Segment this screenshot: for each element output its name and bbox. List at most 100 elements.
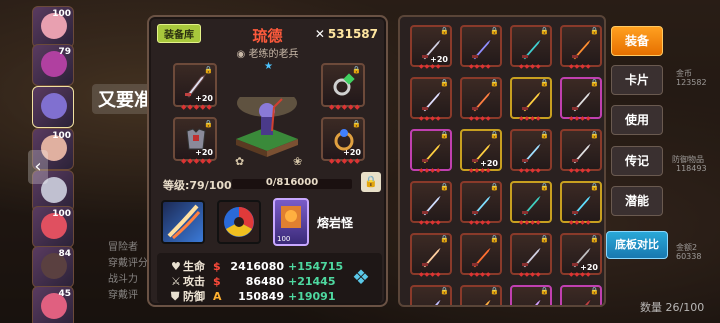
inventory-item[interactable]: 🔒 ◆◆◆◆ [410, 129, 452, 174]
sword-icon [572, 193, 593, 217]
hero-list: 100 79 100 100 84 45 ‹ [28, 0, 76, 323]
gear-slot-ring[interactable]: 🔒 ◆◆◆◆◆ [321, 63, 365, 111]
hero-slot[interactable]: 100 [32, 6, 74, 48]
inventory-item[interactable]: 🔒 +20 ◆◆◆◆ [410, 25, 452, 70]
inventory-item[interactable]: 🔒 ◆◆◆◆ [510, 233, 552, 278]
background-label: 118493 [676, 164, 707, 173]
sword-icon [472, 245, 493, 269]
lock-icon: 🔒 [540, 131, 549, 139]
inventory-item[interactable]: 🔒◆◆◆◆ [510, 77, 552, 122]
lock-button[interactable]: 🔒 [361, 172, 381, 192]
lock-icon: 🔒 [590, 131, 599, 139]
inventory-count: 数量 26/100 [640, 301, 705, 314]
inventory-item[interactable]: 🔒◆◆◆◆ [410, 285, 452, 305]
hero-slot[interactable]: 79 [32, 44, 74, 86]
paw-icon[interactable]: ❖ [348, 265, 374, 291]
inventory-item[interactable]: 🔒◆◆◆◆ [460, 25, 502, 70]
sword-icon [572, 37, 593, 61]
inventory-item[interactable]: 🔒◆◆◆◆ [510, 25, 552, 70]
background-label: 60338 [676, 252, 702, 261]
star-rating: ◆◆◆◆ [569, 219, 592, 226]
inventory-item[interactable]: 🔒◆◆◆◆ [510, 285, 552, 305]
heart-icon: ♥ [171, 260, 181, 273]
star-rating: ◆◆◆◆ [419, 219, 442, 226]
star-rating: ◆◆◆◆ [419, 115, 442, 122]
lock-icon: 🔒 [540, 183, 549, 191]
hero-slot[interactable]: 45 [32, 286, 74, 323]
monster-card[interactable]: 100 [273, 198, 309, 246]
inventory-item[interactable]: 🔒◆◆◆◆ [560, 285, 602, 305]
stat-attack: ⚔ 攻击 $86480 +21445 [171, 275, 336, 288]
sword-icon: ⚔ [171, 275, 181, 288]
tab-biography[interactable]: 传记 [611, 146, 663, 176]
lock-icon: 🔒 [440, 235, 449, 243]
skill-slash-icon[interactable] [161, 200, 205, 244]
hero-slot[interactable]: 84 [32, 246, 74, 288]
sword-icon [422, 193, 443, 217]
lock-icon: 🔒 [540, 235, 549, 243]
lock-icon: 🔒 [490, 287, 499, 295]
gear-slot-weapon[interactable]: 🔒 +20 ◆◆◆◆◆ [173, 63, 217, 111]
hero-title: ◉ 老练的老兵 [236, 49, 299, 60]
hero-slot[interactable]: 100 [32, 206, 74, 248]
tab-potential[interactable]: 潜能 [611, 186, 663, 216]
inventory-item[interactable]: 🔒 +20 ◆◆◆◆ [460, 129, 502, 174]
background-hint: 战斗力 [108, 274, 138, 285]
star-rating: ◆◆◆◆ [469, 219, 492, 226]
background-label: 123582 [676, 78, 707, 87]
gear-slot-armor[interactable]: 🔒 +20 ◆◆◆◆◆ [173, 117, 217, 165]
tab-equipment[interactable]: 装备 [611, 26, 663, 56]
sword-icon [572, 141, 593, 165]
sword-icon [522, 141, 543, 165]
inventory-item[interactable]: 🔒 ◆◆◆◆ [410, 233, 452, 278]
lock-icon: 🔒 [440, 27, 449, 35]
star-rating: ◆◆◆◆ [419, 167, 442, 174]
lock-icon: 🔒 [440, 183, 449, 191]
lock-icon: 🔒 [440, 79, 449, 87]
inventory-item[interactable]: 🔒 +20 ◆◆◆◆ [560, 233, 602, 278]
sword-icon [522, 89, 543, 113]
chevron-left-icon[interactable]: ‹ [28, 150, 48, 184]
tab-card[interactable]: 卡片 [611, 65, 663, 95]
ring-icon [333, 73, 355, 96]
inventory-item[interactable]: 🔒 ◆◆◆◆ [410, 77, 452, 122]
gift-icon[interactable]: ✿ [235, 155, 244, 168]
sword-icon [472, 37, 493, 61]
star-rating: ◆◆◆◆ [419, 271, 442, 278]
lock-icon: 🔒 [590, 183, 599, 191]
star-rating: ◆◆◆◆ [519, 167, 542, 174]
inventory-item[interactable]: 🔒 ◆◆◆◆ [410, 181, 452, 226]
sword-icon [483, 297, 493, 305]
lock-icon: 🔒 [590, 287, 599, 295]
inventory-item[interactable]: 🔒 ◆◆◆◆ [560, 181, 602, 226]
inventory-item[interactable]: 🔒◆◆◆◆ [460, 77, 502, 122]
star-icon: ★ [264, 61, 273, 72]
inventory-item[interactable]: 🔒◆◆◆◆ [560, 129, 602, 174]
element-wheel-icon[interactable] [217, 200, 261, 244]
paw-icon[interactable]: ❀ [293, 155, 302, 168]
sword-icon [472, 89, 493, 113]
inventory-item[interactable]: 🔒◆◆◆◆ [460, 181, 502, 226]
sword-icon [522, 193, 543, 217]
compare-button[interactable]: 底板对比 [606, 231, 668, 259]
star-rating: ◆◆◆◆ [519, 63, 542, 70]
gear-slot-accessory[interactable]: 🔒 +20 ◆◆◆◆◆ [321, 117, 365, 165]
star-rating: ◆◆◆◆ [519, 271, 542, 278]
lock-icon: 🔒 [490, 27, 499, 35]
inventory-item[interactable]: 🔒◆◆◆◆ [460, 285, 502, 305]
lock-icon: 🔒 [490, 131, 499, 139]
hero-slot-selected[interactable] [32, 86, 74, 128]
background-hint: 穿戴评 [108, 290, 138, 301]
sword-icon: ✕ [314, 27, 325, 41]
sword-icon [422, 245, 443, 269]
tab-use[interactable]: 使用 [611, 105, 663, 135]
inventory-item[interactable]: 🔒◆◆◆◆ [560, 77, 602, 122]
inventory-item[interactable]: 🔒◆◆◆◆ [560, 25, 602, 70]
hero-detail-panel: 装备库 琉德 ◉ 老练的老兵 ✕ 531587 ★ 🔒 +20 ◆◆◆◆◆ 🔒 ◆◆… [147, 15, 388, 307]
lock-icon: 🔒 [590, 235, 599, 243]
inventory-item[interactable]: 🔒◆◆◆◆ [460, 233, 502, 278]
lock-icon: 🔒 [440, 131, 449, 139]
inventory-item[interactable]: 🔒◆◆◆◆ [510, 181, 552, 226]
inventory-item[interactable]: 🔒 ◆◆◆◆ [510, 129, 552, 174]
sword-icon [472, 193, 493, 217]
